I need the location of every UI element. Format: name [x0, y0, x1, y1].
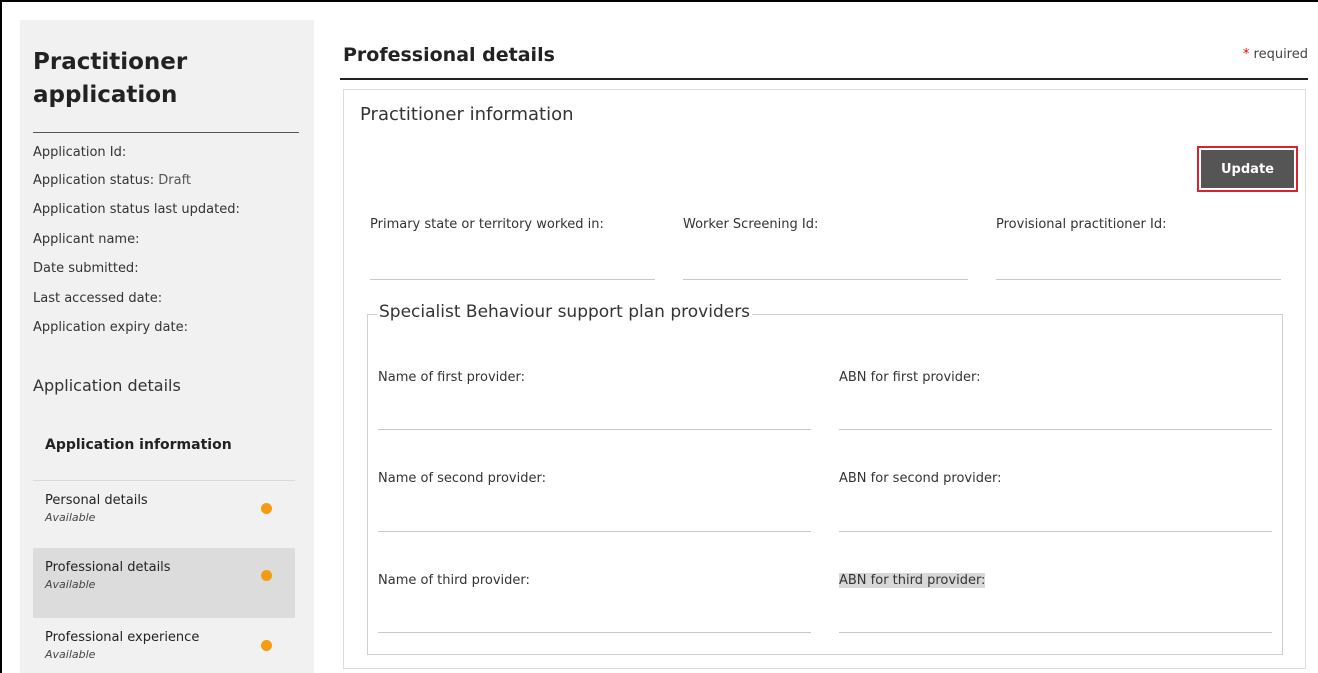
- first-provider-abn-field[interactable]: [839, 429, 1272, 430]
- nav-professional-details[interactable]: Professional details Available: [33, 548, 295, 618]
- meta-last-accessed: Last accessed date:: [33, 291, 162, 306]
- selected-text: ABN for third provider:: [839, 573, 986, 588]
- nav-item-label: Professional experience: [45, 630, 200, 645]
- nav-item-label: Application information: [45, 437, 232, 453]
- second-provider-abn-field[interactable]: [839, 531, 1272, 532]
- third-provider-abn-label: ABN for third provider:: [839, 573, 986, 588]
- panel-title: Practitioner information: [360, 104, 574, 125]
- meta-applicant-name: Applicant name:: [33, 232, 139, 247]
- meta-label: Application status:: [33, 173, 155, 188]
- title-divider: [340, 78, 1308, 80]
- worker-screening-field[interactable]: [683, 279, 968, 280]
- nav-personal-details[interactable]: Personal details Available: [33, 481, 295, 551]
- second-provider-abn-label: ABN for second provider:: [839, 471, 1002, 486]
- meta-label: Application expiry date:: [33, 320, 188, 335]
- second-provider-name-field[interactable]: [378, 531, 811, 532]
- window-left-border: [0, 0, 2, 673]
- sidebar: Practitioner application Application Id:…: [20, 20, 314, 673]
- meta-status-last-updated: Application status last updated:: [33, 202, 240, 217]
- third-provider-name-label: Name of third provider:: [378, 573, 530, 588]
- first-provider-name-label: Name of first provider:: [378, 370, 525, 385]
- status-dot-icon: [261, 570, 272, 581]
- nav-item-status: Available: [45, 511, 96, 524]
- meta-label: Application status last updated:: [33, 202, 240, 217]
- application-details-heading: Application details: [33, 376, 181, 395]
- meta-date-submitted: Date submitted:: [33, 261, 139, 276]
- sidebar-divider: [33, 132, 299, 133]
- second-provider-name-label: Name of second provider:: [378, 471, 546, 486]
- third-provider-abn-field[interactable]: [839, 632, 1272, 633]
- nav-application-information[interactable]: Application information: [33, 428, 295, 480]
- window-top-border: [0, 0, 1318, 2]
- meta-label: Date submitted:: [33, 261, 139, 276]
- required-note: * required: [1243, 47, 1308, 62]
- required-text: required: [1253, 47, 1308, 62]
- meta-application-id: Application Id:: [33, 145, 126, 160]
- nav-item-label: Personal details: [45, 493, 148, 508]
- status-dot-icon: [261, 503, 272, 514]
- providers-legend: Specialist Behaviour support plan provid…: [377, 302, 753, 322]
- primary-state-field[interactable]: [370, 279, 655, 280]
- provisional-id-label: Provisional practitioner Id:: [996, 217, 1167, 232]
- sidebar-title: Practitioner application: [33, 49, 188, 108]
- nav-professional-experience[interactable]: Professional experience Available: [33, 618, 295, 673]
- meta-expiry-date: Application expiry date:: [33, 320, 188, 335]
- meta-value: Draft: [158, 173, 192, 188]
- primary-state-label: Primary state or territory worked in:: [370, 217, 604, 232]
- nav-item-status: Available: [45, 578, 96, 591]
- meta-label: Application Id:: [33, 145, 127, 160]
- meta-label: Applicant name:: [33, 232, 140, 247]
- meta-application-status: Application status: Draft: [33, 173, 191, 188]
- third-provider-name-field[interactable]: [378, 632, 811, 633]
- meta-label: Last accessed date:: [33, 291, 163, 306]
- providers-fieldset: Specialist Behaviour support plan provid…: [367, 302, 1283, 655]
- nav-item-status: Available: [45, 648, 96, 661]
- provisional-id-field[interactable]: [996, 279, 1281, 280]
- practitioner-information-panel: Practitioner information Update Primary …: [343, 89, 1306, 669]
- page-title: Professional details: [343, 44, 555, 66]
- nav-item-label: Professional details: [45, 560, 171, 575]
- worker-screening-label: Worker Screening Id:: [683, 217, 819, 232]
- required-star: *: [1242, 47, 1250, 62]
- status-dot-icon: [261, 640, 272, 651]
- first-provider-abn-label: ABN for first provider:: [839, 370, 981, 385]
- update-button[interactable]: Update: [1201, 150, 1294, 188]
- first-provider-name-field[interactable]: [378, 429, 811, 430]
